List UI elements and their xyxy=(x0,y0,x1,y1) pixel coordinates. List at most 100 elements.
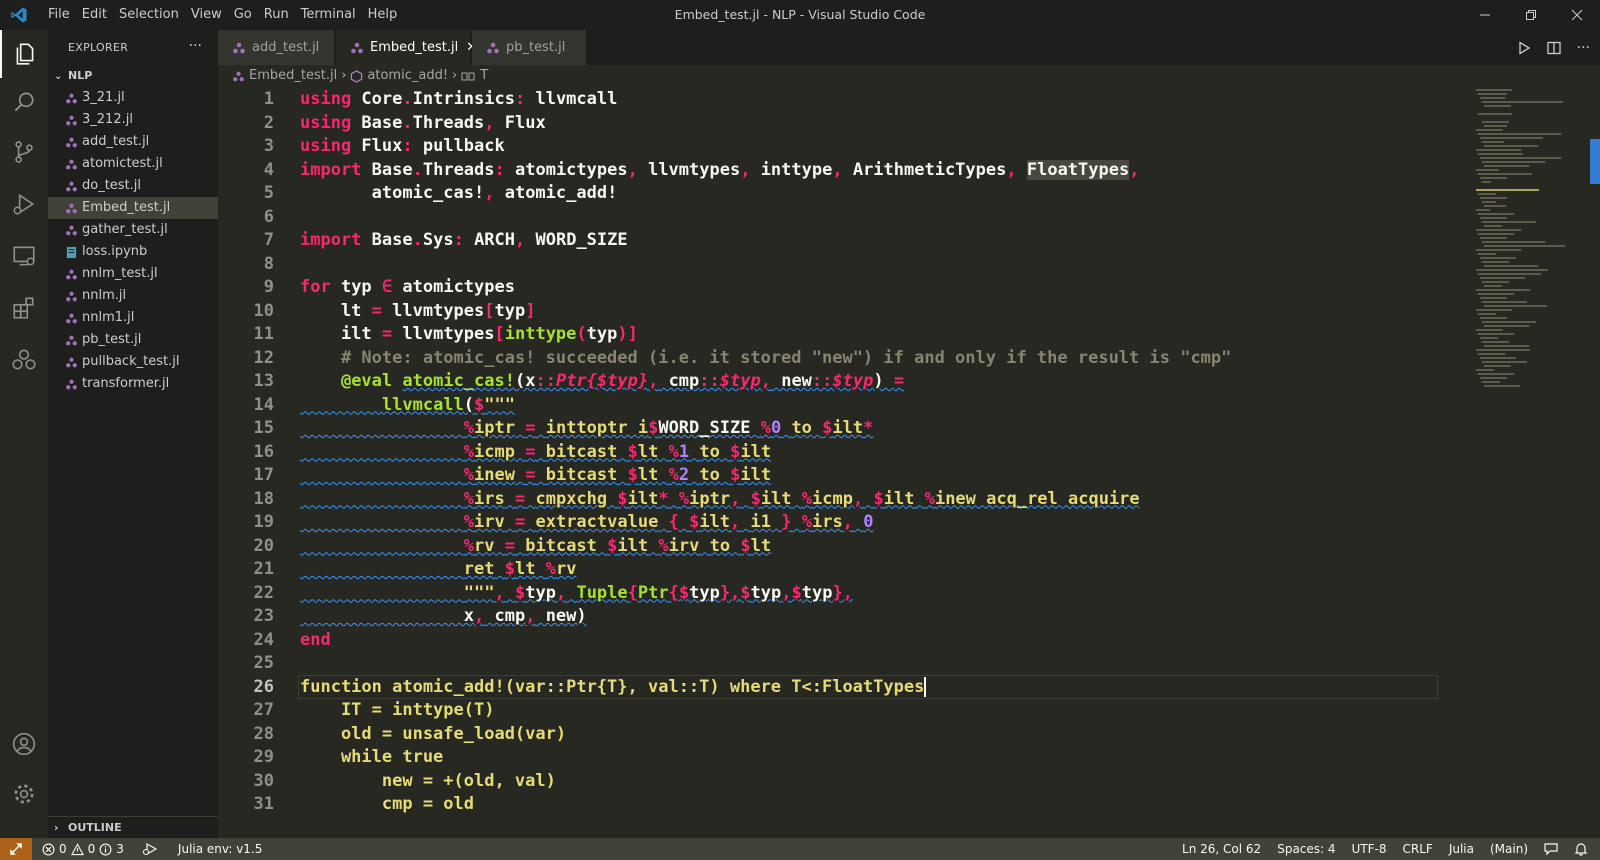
run-debug-activity[interactable] xyxy=(0,180,48,228)
remote-indicator[interactable] xyxy=(0,838,32,860)
file-item[interactable]: nnlm1.jl xyxy=(48,307,218,329)
manage-activity[interactable] xyxy=(0,770,48,818)
extensions-activity[interactable] xyxy=(0,284,48,332)
line-number: 6 xyxy=(263,206,274,227)
file-item[interactable]: 3_21.jl xyxy=(48,87,218,109)
julia-icon xyxy=(12,349,36,370)
encoding[interactable]: UTF-8 xyxy=(1352,842,1387,856)
activity-bar xyxy=(0,30,48,838)
menu-run[interactable]: Run xyxy=(258,0,295,30)
source-control-activity[interactable] xyxy=(0,128,48,176)
bell-icon[interactable] xyxy=(1574,842,1588,856)
vertical-scrollbar[interactable] xyxy=(1586,87,1600,838)
file-list: 3_21.jl 3_212.jl add_test.jl atomictest.jl d… xyxy=(48,87,218,395)
minimap-line xyxy=(1480,137,1543,139)
minimap-line xyxy=(1478,353,1505,355)
line-number: 7 xyxy=(263,230,274,250)
code-line: 12 # Note: atomic_cas! succeeded (i.e. i… xyxy=(218,346,1466,370)
file-item[interactable]: nnlm.jl xyxy=(48,285,218,307)
minimap-line xyxy=(1478,153,1523,155)
extensions-icon xyxy=(13,297,34,319)
breadcrumb: Embed_test.jl › atomic_add! › T xyxy=(218,65,488,87)
file-item[interactable]: nnlm_test.jl xyxy=(48,263,218,285)
tab-pb-test[interactable]: pb_test.jl xyxy=(472,30,586,65)
file-item[interactable]: add_test.jl xyxy=(48,131,218,153)
problems-indicator[interactable]: 0 0 3 xyxy=(42,842,124,856)
breadcrumb-file[interactable]: Embed_test.jl xyxy=(249,65,337,87)
file-item[interactable]: 3_212.jl xyxy=(48,109,218,131)
close-window-button[interactable] xyxy=(1554,0,1600,30)
menu-terminal[interactable]: Terminal xyxy=(295,0,362,30)
outline-section[interactable]: › OUTLINE xyxy=(48,816,218,838)
cursor-position[interactable]: Ln 26, Col 62 xyxy=(1182,842,1261,856)
file-item[interactable]: atomictest.jl xyxy=(48,153,218,175)
scrollbar-thumb[interactable] xyxy=(1590,139,1600,184)
minimap-line xyxy=(1482,221,1536,223)
julia-activity[interactable] xyxy=(0,336,48,384)
function-symbol-icon xyxy=(351,69,363,83)
julia-env-status[interactable]: Julia env: v1.5 xyxy=(178,842,262,856)
tab-embed-test[interactable]: Embed_test.jl ✕ xyxy=(336,30,477,65)
menu-go[interactable]: Go xyxy=(228,0,258,30)
file-item[interactable]: Embed_test.jl xyxy=(48,197,218,219)
breadcrumb-symbol[interactable]: atomic_add! xyxy=(367,65,448,87)
julia-file-icon xyxy=(64,311,78,325)
menu-selection[interactable]: Selection xyxy=(113,0,185,30)
line-number: 21 xyxy=(253,559,274,579)
indentation[interactable]: Spaces: 4 xyxy=(1277,842,1335,856)
tab-add-test[interactable]: add_test.jl xyxy=(218,30,334,65)
code-line: 9 for typ ∈ atomictypes xyxy=(218,275,1466,299)
explorer-activity[interactable] xyxy=(0,30,48,78)
search-activity[interactable] xyxy=(0,78,48,126)
code-line: 10 lt = llvmtypes[typ] xyxy=(218,299,1466,323)
file-item[interactable]: pullback_test.jl xyxy=(48,351,218,373)
folder-label: NLP xyxy=(68,69,93,82)
code-editor[interactable]: 1 using Core.Intrinsics: llvmcall 2 using … xyxy=(218,87,1466,838)
remote-icon xyxy=(10,843,22,855)
file-item[interactable]: transformer.jl xyxy=(48,373,218,395)
language-mode[interactable]: Julia xyxy=(1449,842,1474,856)
julia-file-icon xyxy=(350,41,364,55)
menu-edit[interactable]: Edit xyxy=(76,0,113,30)
run-icon[interactable] xyxy=(1517,40,1531,55)
code-line: 7 import Base.Sys: ARCH, WORD_SIZE xyxy=(218,228,1466,252)
code-line: 6 xyxy=(218,205,1466,229)
minimap-line xyxy=(1480,297,1507,299)
file-item[interactable]: loss.ipynb xyxy=(48,241,218,263)
status-left: 0 0 3 Julia env: v1.5 xyxy=(42,838,262,860)
minimap-line xyxy=(1476,349,1530,351)
file-label: transformer.jl xyxy=(82,376,170,391)
menu-file[interactable]: File xyxy=(42,0,76,30)
breadcrumb-param[interactable]: T xyxy=(480,65,488,87)
minimap-line xyxy=(1478,293,1514,295)
julia-module[interactable]: (Main) xyxy=(1490,842,1528,856)
code-line: 13 @eval atomic_cas!(x::Ptr{$typ}, cmp::… xyxy=(218,369,1466,393)
accounts-activity[interactable] xyxy=(0,720,48,768)
minimap-line xyxy=(1476,369,1494,371)
minimap-line xyxy=(1484,305,1547,307)
minimize-button[interactable] xyxy=(1462,0,1508,30)
file-item[interactable]: do_test.jl xyxy=(48,175,218,197)
more-actions-icon[interactable]: ··· xyxy=(189,30,202,62)
file-item[interactable]: gather_test.jl xyxy=(48,219,218,241)
remote-explorer-activity[interactable] xyxy=(0,232,48,280)
error-icon xyxy=(42,843,55,855)
file-label: loss.ipynb xyxy=(82,244,148,259)
code-text: old = unsafe_load(var) xyxy=(300,723,567,744)
menu-help[interactable]: Help xyxy=(362,0,404,30)
menu-view[interactable]: View xyxy=(185,0,228,30)
minimap-line xyxy=(1484,325,1529,327)
minimap-line xyxy=(1478,93,1507,95)
feedback-icon[interactable] xyxy=(1544,842,1558,856)
restore-button[interactable] xyxy=(1508,0,1554,30)
run-debug-icon[interactable] xyxy=(142,842,158,856)
minimap[interactable] xyxy=(1466,87,1586,838)
file-item[interactable]: pb_test.jl xyxy=(48,329,218,351)
minimap-line xyxy=(1478,373,1514,375)
more-actions-icon[interactable]: ··· xyxy=(1577,40,1590,56)
line-number: 11 xyxy=(253,324,274,344)
end-of-line[interactable]: CRLF xyxy=(1403,842,1433,856)
folder-nlp[interactable]: ⌄ NLP xyxy=(48,65,218,87)
split-editor-icon[interactable] xyxy=(1546,41,1561,55)
minimap-line xyxy=(1476,309,1512,311)
